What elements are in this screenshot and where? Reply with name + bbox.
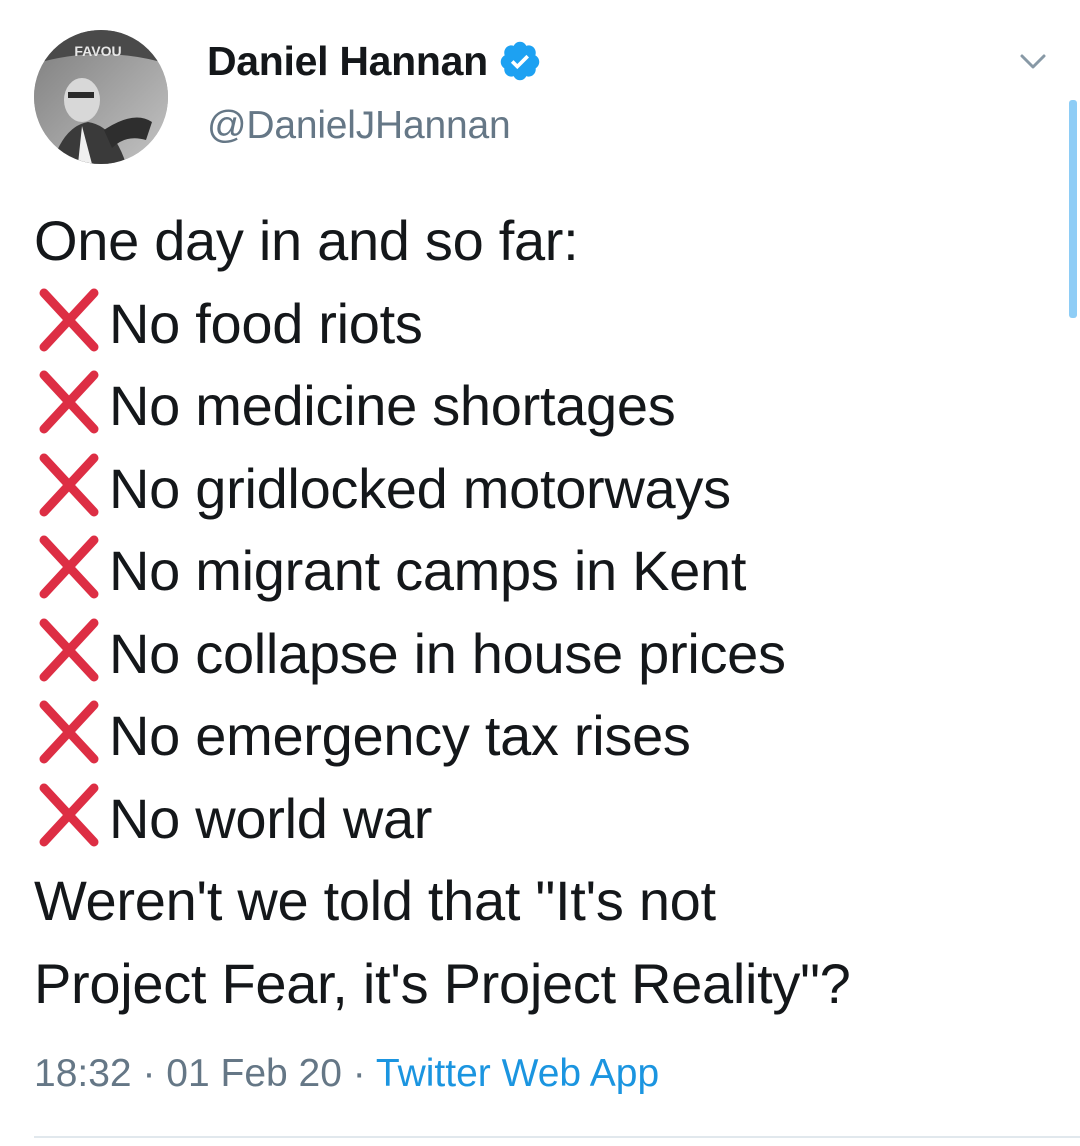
divider [34, 1136, 1080, 1138]
list-item: No migrant camps in Kent [34, 530, 1044, 613]
list-item: No gridlocked motorways [34, 448, 1044, 531]
list-item: No world war [34, 778, 1044, 861]
list-item: No collapse in house prices [34, 613, 1044, 696]
list-item: No emergency tax rises [34, 695, 1044, 778]
tweet-date[interactable]: 01 Feb 20 [166, 1052, 342, 1095]
cross-mark-icon [39, 618, 99, 681]
list-item-text: No food riots [109, 291, 423, 355]
cross-mark-icon [39, 370, 99, 434]
tweet-intro: One day in and so far: [34, 209, 579, 272]
cross-mark-icon [39, 453, 99, 516]
chevron-down-icon[interactable] [1016, 44, 1050, 78]
avatar[interactable]: FAVOU [34, 30, 168, 164]
author-display-name[interactable]: Daniel Hannan [207, 38, 488, 85]
tweet-text: One day in and so far: No food riots No … [34, 200, 1044, 1025]
list-item-text: No migrant camps in Kent [109, 539, 747, 602]
tweet-time[interactable]: 18:32 [34, 1052, 132, 1095]
list-item-text: No collapse in house prices [109, 621, 786, 685]
author-handle[interactable]: @DanielJHannan [207, 104, 511, 148]
cross-mark-icon [39, 535, 99, 599]
author-name-row: Daniel Hannan [207, 36, 542, 86]
scrollbar[interactable] [1069, 100, 1077, 318]
list-item-text: No world war [109, 786, 433, 850]
meta-separator: · [352, 1052, 366, 1095]
tweet-closing-line: Project Fear, it's Project Reality"? [34, 951, 851, 1015]
tweet-card: FAVOU Daniel Hannan @DanielJHannan One d… [0, 0, 1080, 1146]
list-item: No food riots [34, 283, 1044, 366]
cross-mark-icon [39, 783, 99, 846]
list-item-text: No emergency tax rises [109, 704, 691, 767]
tweet-source-link[interactable]: Twitter Web App [376, 1052, 659, 1095]
meta-separator: · [142, 1052, 156, 1095]
avatar-banner-text: FAVOU [74, 43, 121, 59]
verified-badge-icon [498, 39, 542, 83]
list-item-text: No medicine shortages [109, 374, 676, 437]
list-item: No medicine shortages [34, 365, 1044, 448]
tweet-meta: 18:32 · 01 Feb 20 · Twitter Web App [34, 1052, 659, 1096]
avatar-photo: FAVOU [34, 30, 168, 164]
cross-mark-icon [39, 288, 99, 351]
tweet-closing-line: Weren't we told that "It's not [34, 869, 716, 932]
list-item-text: No gridlocked motorways [109, 456, 731, 520]
cross-mark-icon [39, 700, 99, 764]
